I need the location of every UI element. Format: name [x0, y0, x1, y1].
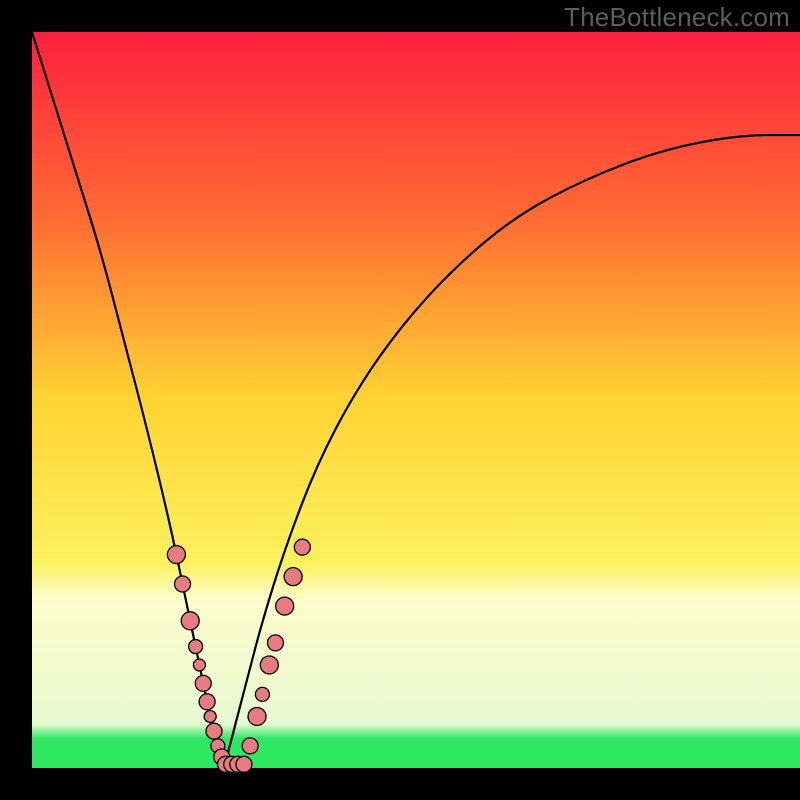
bead-marker [206, 723, 222, 739]
bead-marker [167, 546, 185, 564]
chart-frame: TheBottleneck.com [0, 0, 800, 800]
beads-group [167, 539, 310, 772]
bead-marker [193, 659, 205, 671]
bead-marker [189, 640, 203, 654]
curve-svg [0, 0, 800, 800]
left-branch-path [32, 32, 224, 768]
bead-marker [175, 576, 191, 592]
bead-marker [248, 707, 266, 725]
bead-marker [236, 756, 252, 772]
bead-marker [195, 675, 211, 691]
bead-marker [294, 539, 310, 555]
bead-marker [181, 612, 199, 630]
bead-marker [276, 597, 294, 615]
bead-marker [199, 694, 215, 710]
right-branch-path [224, 135, 800, 768]
bead-marker [284, 568, 302, 586]
bead-marker [204, 710, 216, 722]
bead-marker [267, 635, 283, 651]
bead-marker [255, 687, 269, 701]
watermark-text: TheBottleneck.com [564, 2, 790, 33]
bead-marker [242, 738, 258, 754]
bead-marker [260, 656, 278, 674]
